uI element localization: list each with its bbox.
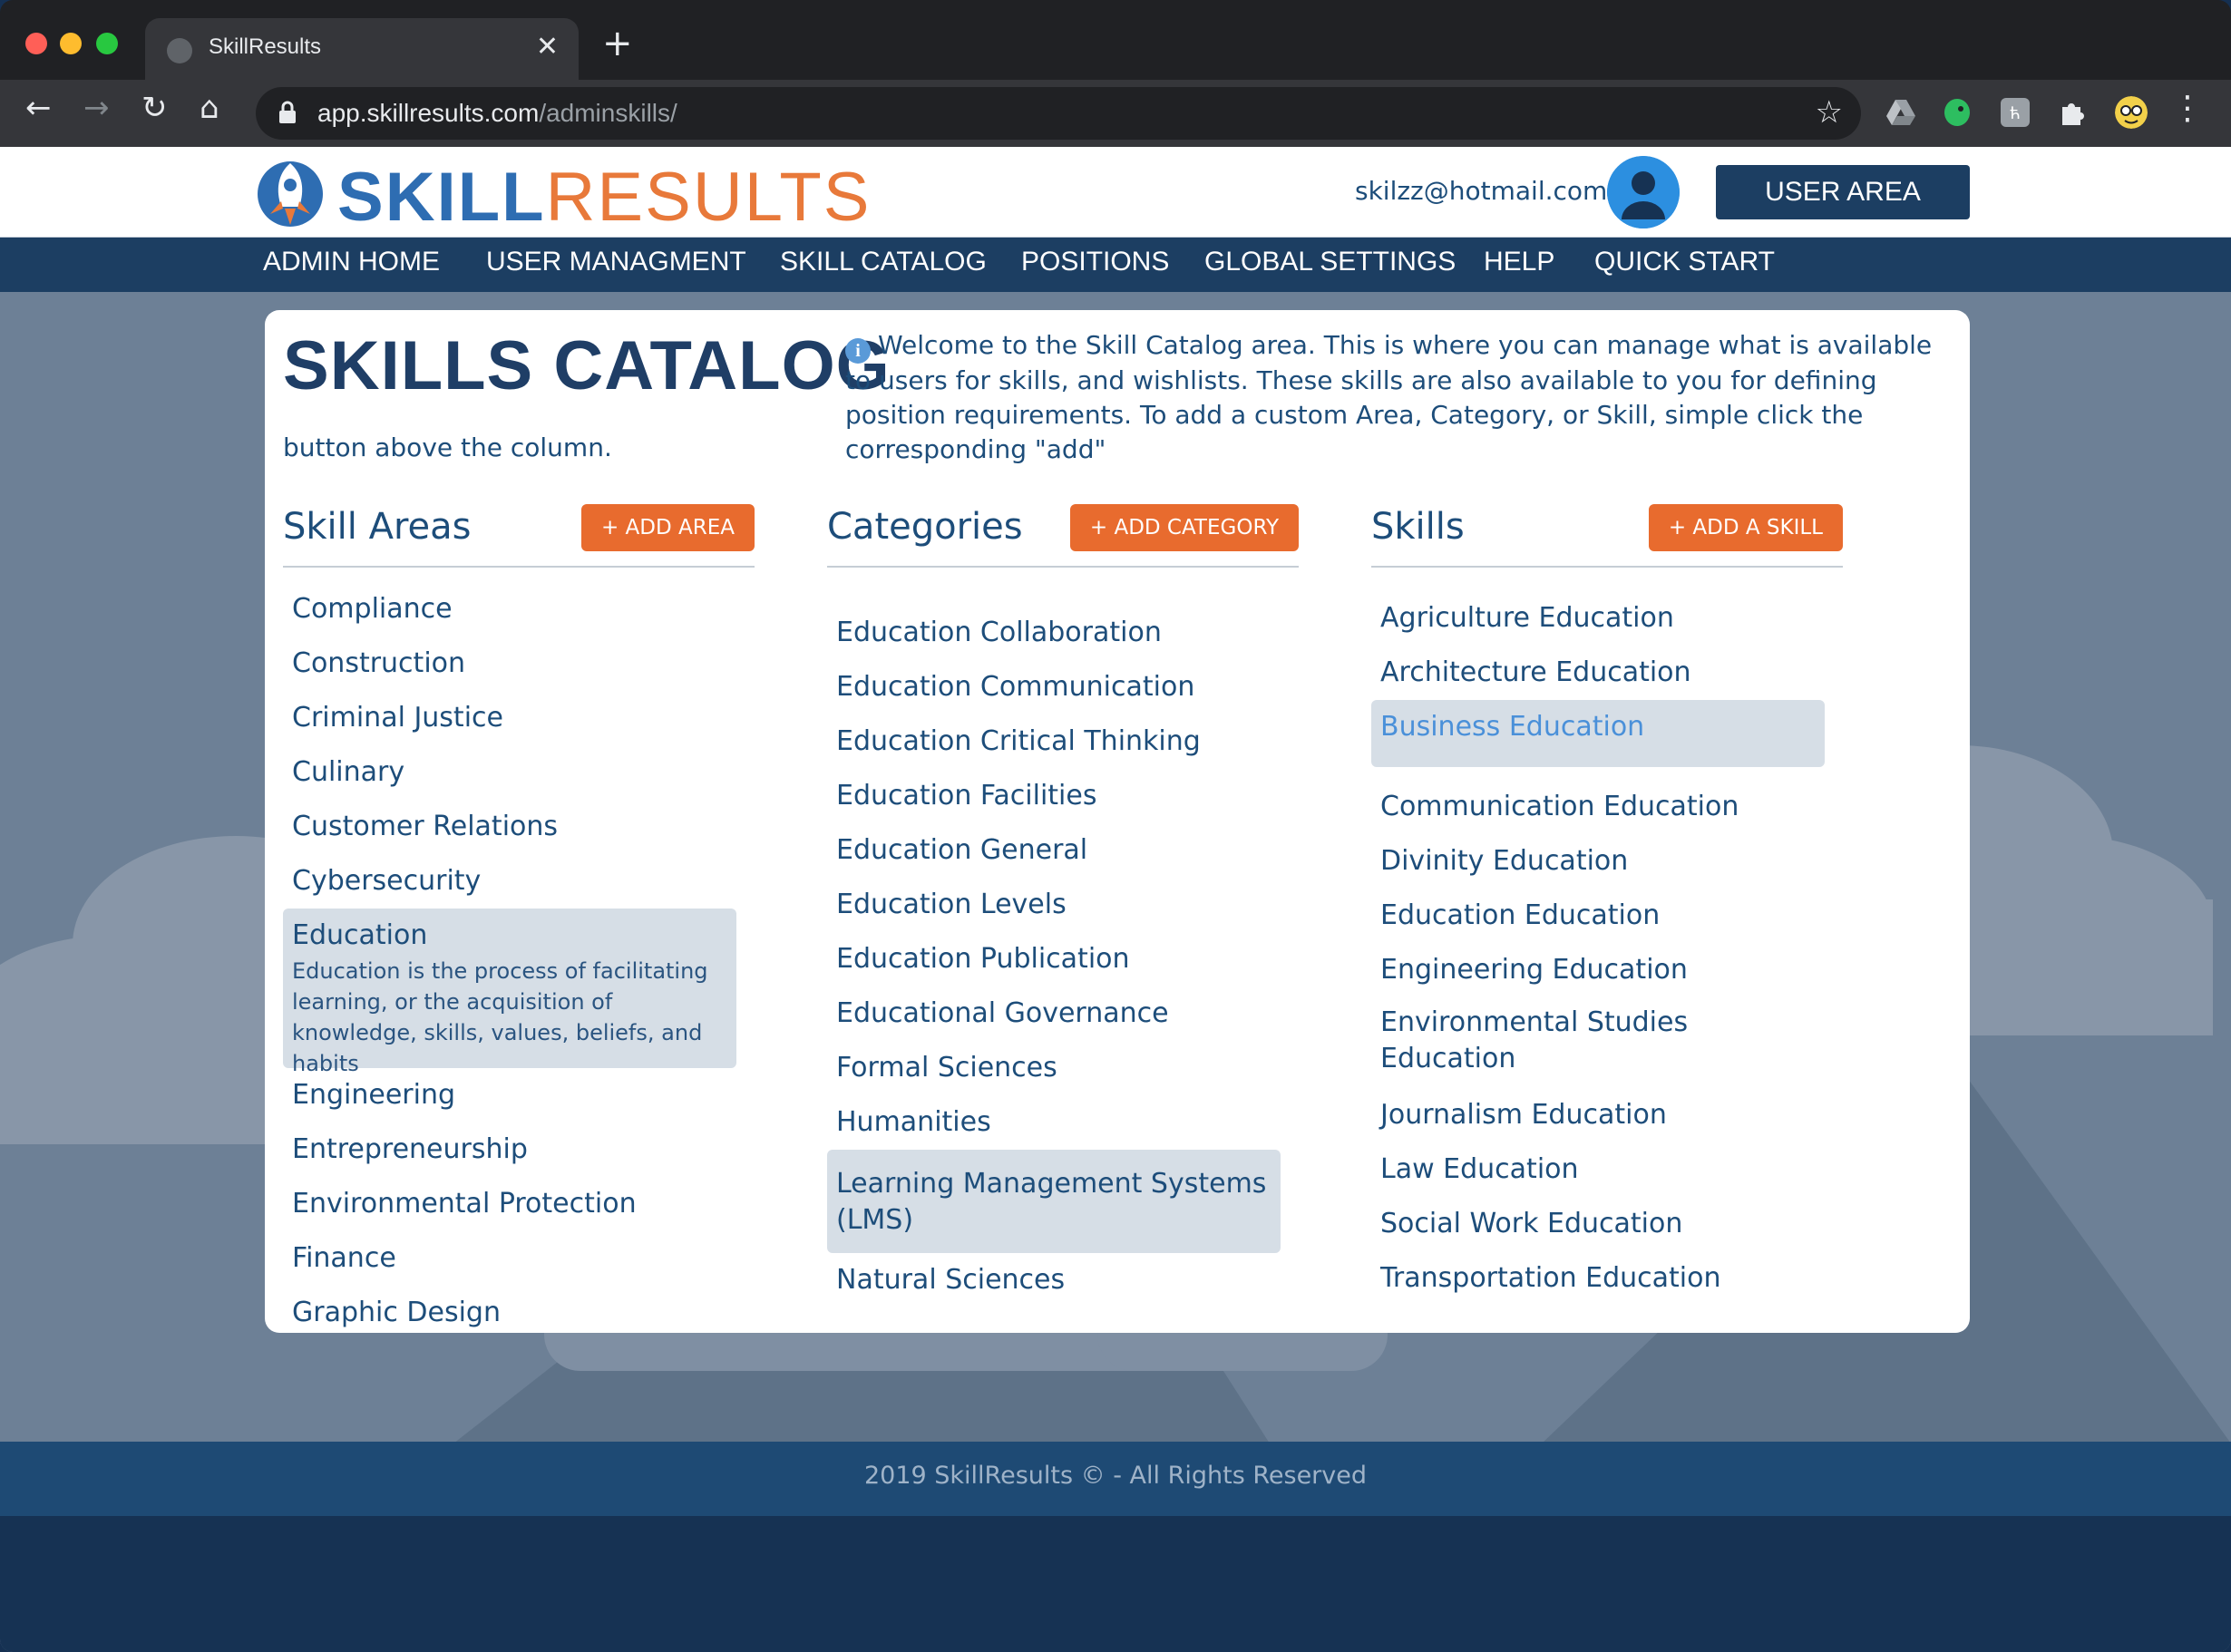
bookmark-star-icon[interactable]: ☆ — [1816, 94, 1843, 131]
reload-icon[interactable]: ↻ — [141, 92, 168, 123]
add-category-button[interactable]: + ADD CATEGORY — [1069, 504, 1299, 551]
skill-item[interactable]: Law Education — [1371, 1142, 1843, 1197]
site-footer: 2019 SkillResults © - All Rights Reserve… — [0, 1442, 2231, 1516]
add-skill-button[interactable]: + ADD A SKILL — [1648, 504, 1843, 551]
browser-tab[interactable]: SkillResults ✕ — [145, 18, 579, 80]
page-bottom — [0, 1516, 2231, 1652]
skill-item[interactable]: Agriculture Education — [1371, 591, 1843, 646]
window-close-button[interactable] — [25, 33, 47, 54]
nav-admin-home[interactable]: ADMIN HOME — [263, 247, 440, 277]
user-area-button[interactable]: USER AREA — [1716, 165, 1970, 219]
skill-item[interactable]: Education Education — [1371, 889, 1843, 943]
user-avatar-icon[interactable] — [1607, 156, 1680, 228]
new-tab-button[interactable]: + — [602, 25, 633, 62]
close-icon[interactable]: ✕ — [536, 31, 559, 63]
skills-list: Agriculture Education Architecture Educa… — [1371, 591, 1843, 1317]
browser-window: SkillResults ✕ + ← → ↻ ⌂ app.skillresult… — [0, 0, 2231, 1652]
area-item-label: Education — [292, 919, 428, 951]
skill-item[interactable]: Architecture Education — [1371, 646, 1843, 700]
extension-app-icon[interactable]: ћ — [1999, 96, 2031, 129]
area-item[interactable]: Entrepreneurship — [283, 1122, 755, 1177]
category-item[interactable]: Education Critical Thinking — [827, 714, 1299, 769]
skill-areas-header: Skill Areas + ADD AREA — [283, 491, 755, 568]
category-item[interactable]: Education Communication — [827, 660, 1299, 714]
page-title: SKILLS CATALOG — [283, 327, 891, 404]
skill-item[interactable]: Transportation Education — [1371, 1251, 1843, 1306]
address-bar[interactable]: app.skillresults.com/adminskills/ ☆ — [256, 87, 1861, 140]
user-email: skilzz@hotmail.com — [1355, 176, 1608, 206]
site-header: SKILLRESULTS skilzz@hotmail.com USER ARE… — [0, 147, 2231, 238]
categories-header: Categories + ADD CATEGORY — [827, 491, 1299, 568]
lock-icon — [279, 101, 296, 123]
nav-global-settings[interactable]: GLOBAL SETTINGS — [1204, 247, 1456, 277]
add-area-button[interactable]: + ADD AREA — [580, 504, 755, 551]
intro-text: i Welcome to the Skill Catalog area. This… — [845, 330, 1933, 464]
skill-item[interactable]: Divinity Education — [1371, 834, 1843, 889]
category-item-selected[interactable]: Learning Management Systems (LMS) — [827, 1150, 1281, 1253]
skills-catalog-card: SKILLS CATALOG i Welcome to the Skill Cat… — [265, 310, 1970, 1333]
category-item[interactable]: Education General — [827, 823, 1299, 878]
browser-toolbar: ← → ↻ ⌂ app.skillresults.com/adminskills… — [0, 80, 2231, 147]
skills-title: Skills — [1371, 506, 1465, 548]
nav-quick-start[interactable]: QUICK START — [1594, 247, 1775, 277]
area-item[interactable]: Criminal Justice — [283, 691, 755, 745]
area-item[interactable]: Cybersecurity — [283, 854, 755, 909]
main-navigation: ADMIN HOME USER MANAGMENT SKILL CATALOG … — [0, 238, 2231, 292]
drive-icon[interactable] — [1885, 96, 1917, 129]
nav-positions[interactable]: POSITIONS — [1021, 247, 1169, 277]
category-item[interactable]: Education Facilities — [827, 769, 1299, 823]
skill-item-selected[interactable]: Business Education — [1371, 700, 1825, 767]
category-item[interactable]: Education Levels — [827, 878, 1299, 932]
categories-title: Categories — [827, 506, 1023, 548]
nav-user-management[interactable]: USER MANAGMENT — [486, 247, 746, 277]
area-item[interactable]: Graphic Design — [283, 1286, 755, 1333]
web-page: SKILLRESULTS skilzz@hotmail.com USER ARE… — [0, 147, 2231, 1652]
globe-icon — [167, 38, 192, 63]
info-icon: i — [845, 338, 871, 364]
area-item[interactable]: Finance — [283, 1231, 755, 1286]
skill-areas-title: Skill Areas — [283, 506, 472, 548]
copyright-text: 2019 SkillResults © - All Rights Reserve… — [863, 1462, 1368, 1490]
area-item-selected[interactable]: Education Education is the process of fa… — [283, 909, 736, 1076]
rocket-logo-icon[interactable] — [254, 156, 326, 228]
skill-item[interactable]: Engineering Education — [1371, 943, 1843, 997]
category-item[interactable]: Educational Governance — [827, 986, 1299, 1041]
area-item[interactable]: Compliance — [283, 582, 755, 637]
url-text: app.skillresults.com/adminskills/ — [317, 99, 677, 127]
home-icon[interactable]: ⌂ — [200, 92, 219, 123]
skill-item[interactable]: Social Work Education — [1371, 1197, 1843, 1251]
window-maximize-button[interactable] — [96, 33, 118, 54]
svg-text:ћ: ћ — [2010, 104, 2021, 123]
area-item[interactable]: Engineering — [283, 1068, 755, 1122]
area-description: Education is the process of facilitating… — [292, 958, 708, 1076]
skill-item[interactable]: Environmental Studies Education — [1371, 997, 1734, 1088]
area-item[interactable]: Customer Relations — [283, 800, 755, 854]
category-item[interactable]: Education Collaboration — [827, 606, 1299, 660]
area-item[interactable]: Culinary — [283, 745, 755, 800]
window-minimize-button[interactable] — [60, 33, 82, 54]
evernote-icon[interactable] — [1941, 96, 1973, 129]
forward-icon[interactable]: → — [83, 92, 110, 123]
skill-item[interactable]: Journalism Education — [1371, 1088, 1843, 1142]
skill-areas-list: Compliance Construction Criminal Justice… — [283, 582, 755, 1333]
category-item[interactable]: Education Publication — [827, 932, 1299, 986]
puzzle-extensions-icon[interactable] — [2057, 96, 2090, 129]
site-logo-text[interactable]: SKILLRESULTS — [337, 158, 871, 237]
category-item[interactable]: Natural Sciences — [827, 1253, 1299, 1307]
back-icon[interactable]: ← — [25, 92, 52, 123]
tab-bar: SkillResults ✕ + — [0, 0, 2231, 80]
nav-skill-catalog[interactable]: SKILL CATALOG — [780, 247, 987, 277]
area-item[interactable]: Construction — [283, 637, 755, 691]
area-item[interactable]: Environmental Protection — [283, 1177, 755, 1231]
category-item[interactable]: Formal Sciences — [827, 1041, 1299, 1095]
skill-item[interactable]: Communication Education — [1371, 780, 1843, 834]
intro-text-continued: button above the column. — [283, 432, 612, 462]
nav-help[interactable]: HELP — [1484, 247, 1554, 277]
categories-list: Education Collaboration Education Commun… — [827, 606, 1299, 1331]
profile-avatar-icon[interactable] — [2115, 96, 2148, 129]
skills-header: Skills + ADD A SKILL — [1371, 491, 1843, 568]
tab-title: SkillResults — [209, 34, 322, 59]
category-item[interactable]: Humanities — [827, 1095, 1299, 1150]
browser-menu-icon[interactable]: ⋮ — [2171, 92, 2204, 125]
